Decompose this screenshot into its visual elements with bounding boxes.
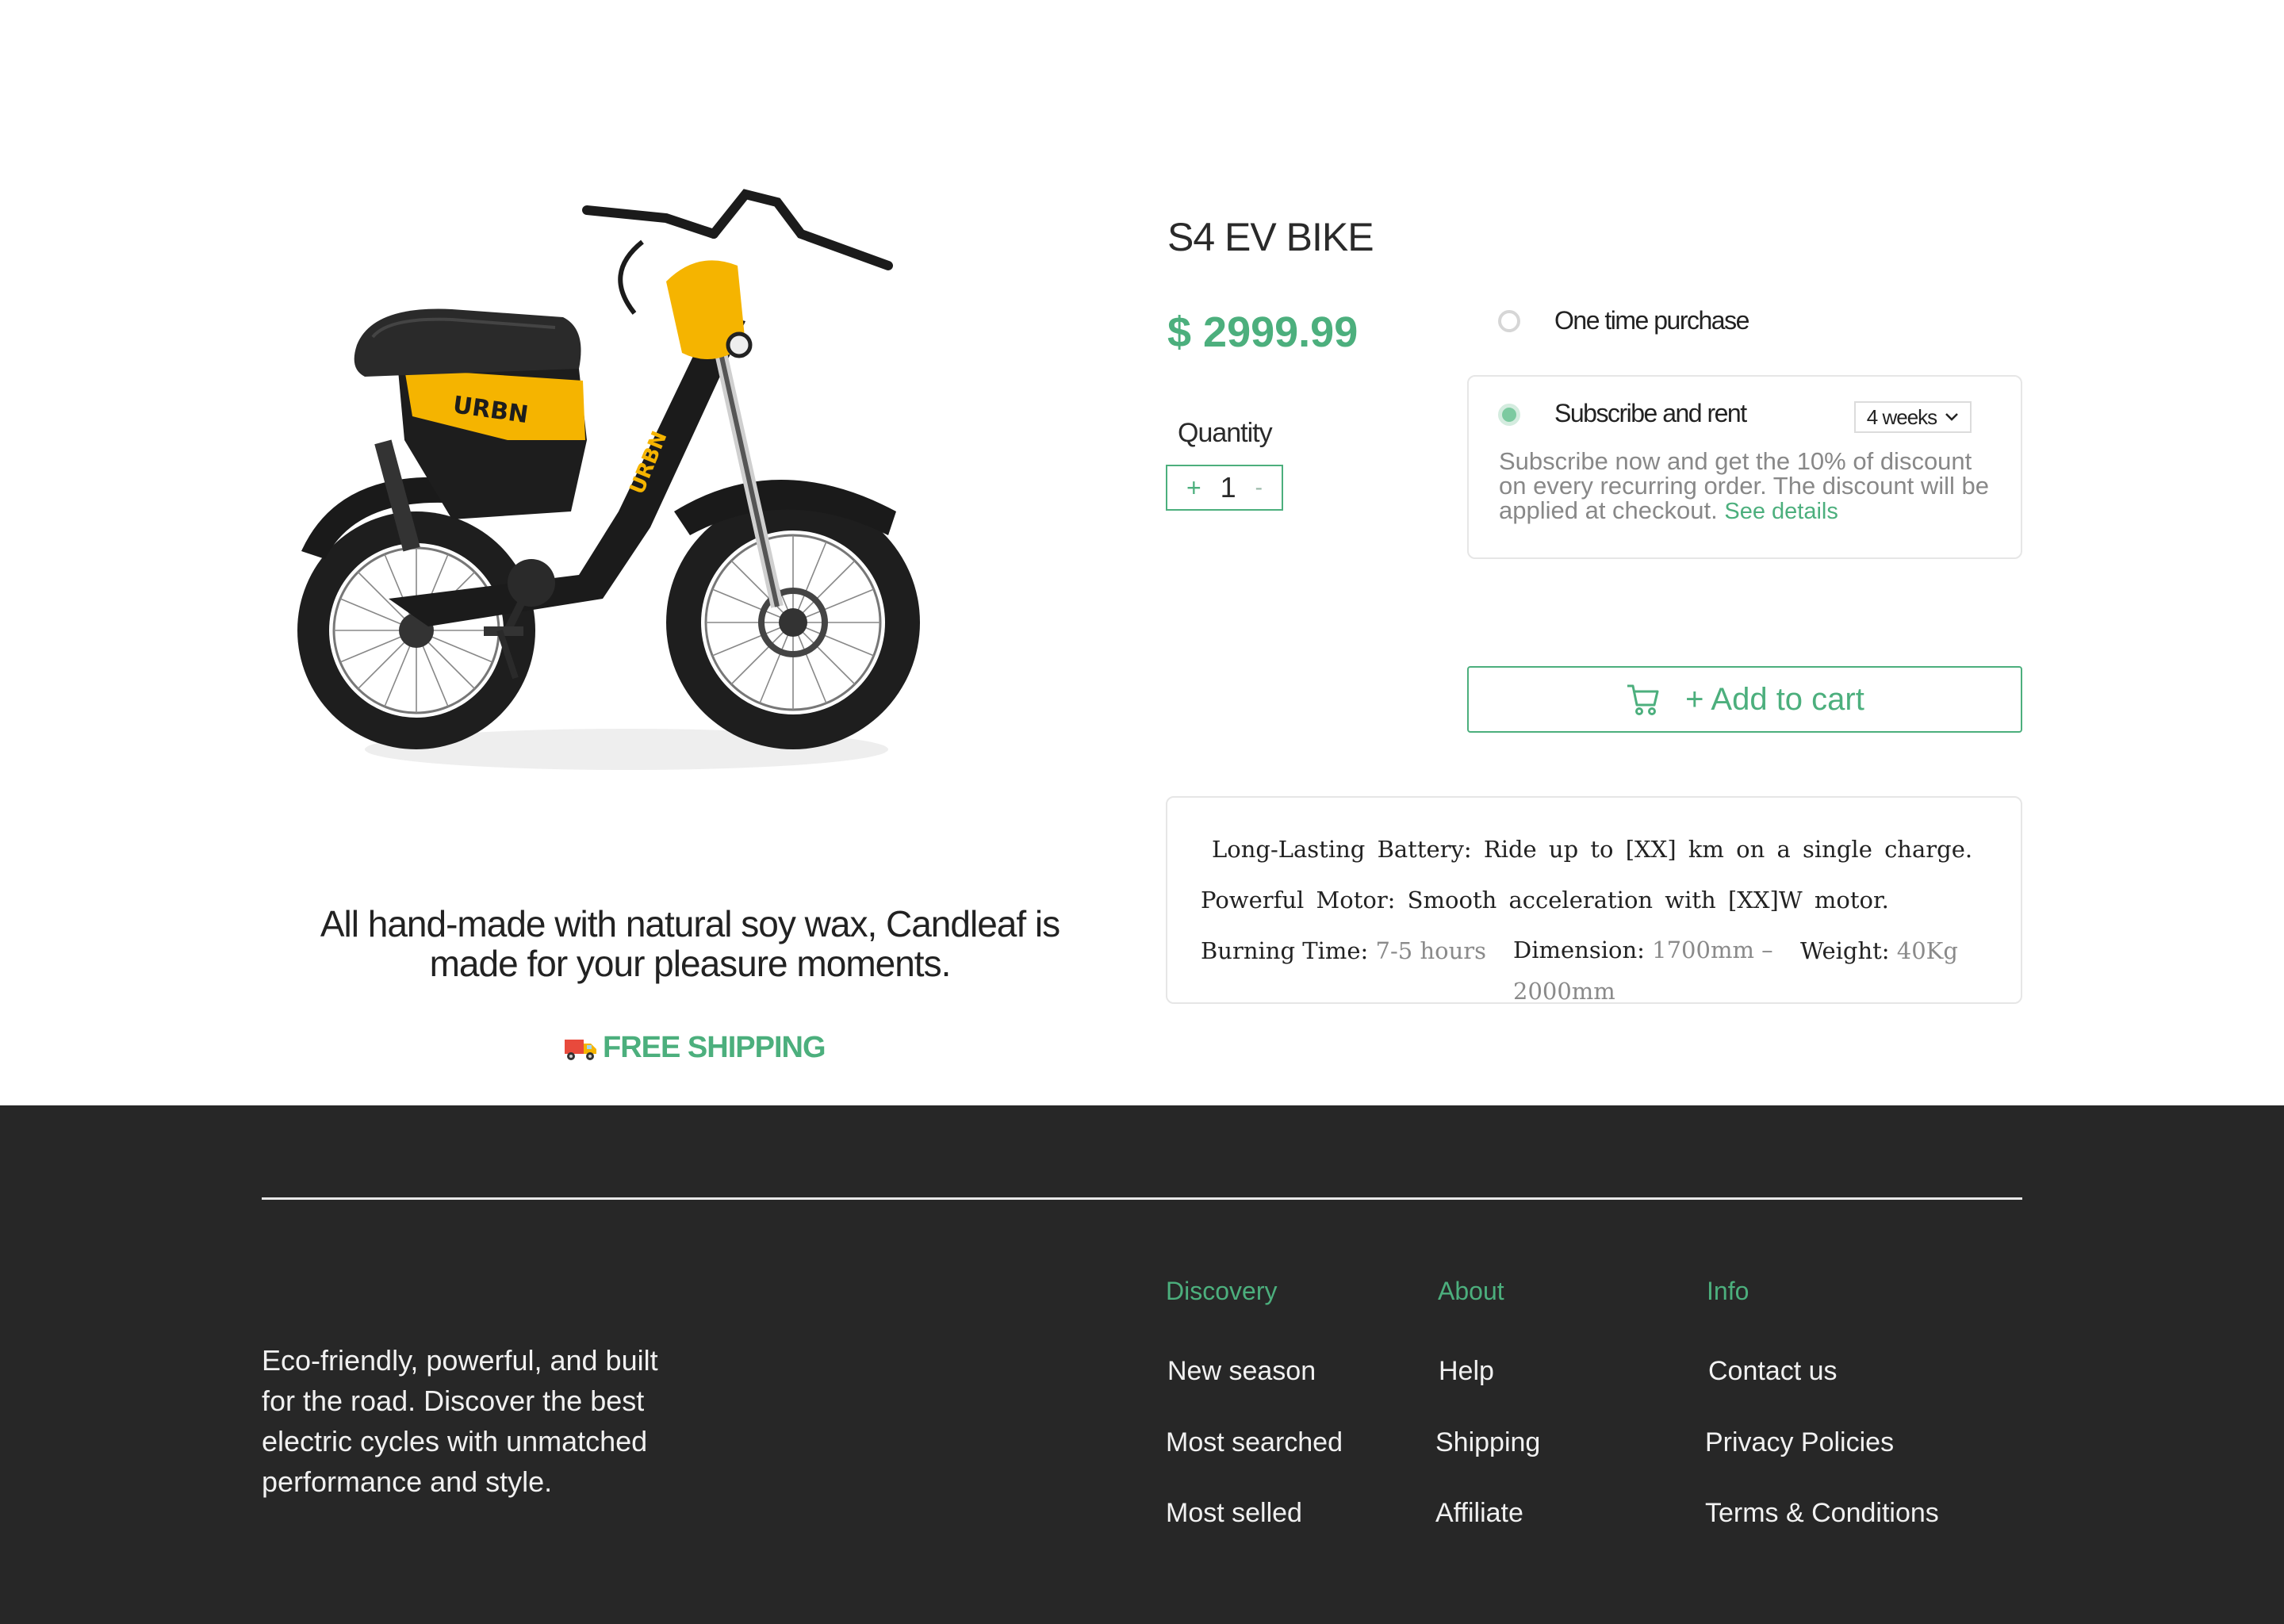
footer-heading-discovery: Discovery: [1166, 1277, 1278, 1305]
product-title: S4 EV BIKE: [1167, 215, 1374, 259]
spec-weight-label: Weight:: [1800, 937, 1890, 964]
feature-motor: Powerful Motor: Smooth acceleration with…: [1201, 887, 1889, 914]
spec-burning-time: Burning Time: 7-5 hours: [1201, 937, 1486, 964]
free-shipping-text: FREE SHIPPING: [603, 1031, 826, 1064]
quantity-increment-button[interactable]: +: [1186, 475, 1201, 500]
quantity-decrement-button[interactable]: -: [1255, 477, 1263, 499]
free-shipping-banner: FREE SHIPPING: [563, 1031, 826, 1065]
spec-burning-label: Burning Time:: [1201, 937, 1369, 964]
interval-select[interactable]: 4 weeks: [1854, 401, 1972, 433]
subscription-description: Subscribe now and get the 10% of discoun…: [1499, 449, 1998, 524]
delivery-truck-icon: [565, 1039, 596, 1060]
footer-link-contact-us[interactable]: Contact us: [1708, 1356, 1838, 1387]
spec-weight-value: 40Kg: [1896, 937, 1958, 964]
footer-heading-info: Info: [1707, 1277, 1749, 1305]
footer-description: Eco-friendly, powerful, and built for th…: [262, 1344, 658, 1498]
product-tagline: All hand-made with natural soy wax, Cand…: [320, 903, 1060, 984]
footer-link-affiliate[interactable]: Affiliate: [1435, 1498, 1523, 1529]
footer-link-privacy-policies[interactable]: Privacy Policies: [1705, 1427, 1894, 1458]
footer-divider: [262, 1197, 2022, 1200]
footer-link-shipping[interactable]: Shipping: [1435, 1427, 1540, 1458]
footer-link-help[interactable]: Help: [1439, 1356, 1494, 1387]
footer-link-most-searched[interactable]: Most searched: [1166, 1427, 1343, 1458]
cart-icon: [1627, 684, 1659, 715]
subscribe-label[interactable]: Subscribe and rent: [1554, 399, 1747, 428]
one-time-purchase-radio[interactable]: [1498, 310, 1520, 332]
quantity-label: Quantity: [1178, 418, 1273, 448]
footer-heading-about: About: [1438, 1277, 1504, 1305]
add-to-cart-label: + Add to cart: [1685, 681, 1864, 717]
footer-link-most-selled[interactable]: Most selled: [1166, 1498, 1302, 1529]
quantity-stepper: + 1 -: [1166, 465, 1283, 511]
spec-weight: Weight: 40Kg: [1800, 937, 1958, 964]
product-price: $ 2999.99: [1167, 308, 1359, 356]
feature-battery: Long-Lasting Battery: Ride up to [XX] km…: [1212, 836, 1973, 863]
one-time-purchase-label[interactable]: One time purchase: [1554, 306, 1749, 335]
see-details-link[interactable]: See details: [1724, 499, 1838, 524]
interval-select-value: 4 weeks: [1866, 404, 1937, 429]
spec-dimension: Dimension: 1700mm – 2000mm: [1513, 929, 1799, 1012]
subscribe-radio[interactable]: [1498, 404, 1520, 426]
quantity-value[interactable]: 1: [1221, 471, 1236, 504]
footer-link-new-season[interactable]: New season: [1167, 1356, 1316, 1387]
product-image: URBN URBN: [297, 189, 920, 770]
footer-link-terms-conditions[interactable]: Terms & Conditions: [1705, 1498, 1939, 1529]
spec-burning-value: 7-5 hours: [1375, 937, 1487, 964]
add-to-cart-button[interactable]: + Add to cart: [1467, 666, 2022, 733]
spec-dimension-label: Dimension:: [1513, 936, 1645, 963]
chevron-down-icon: [1945, 413, 1959, 421]
